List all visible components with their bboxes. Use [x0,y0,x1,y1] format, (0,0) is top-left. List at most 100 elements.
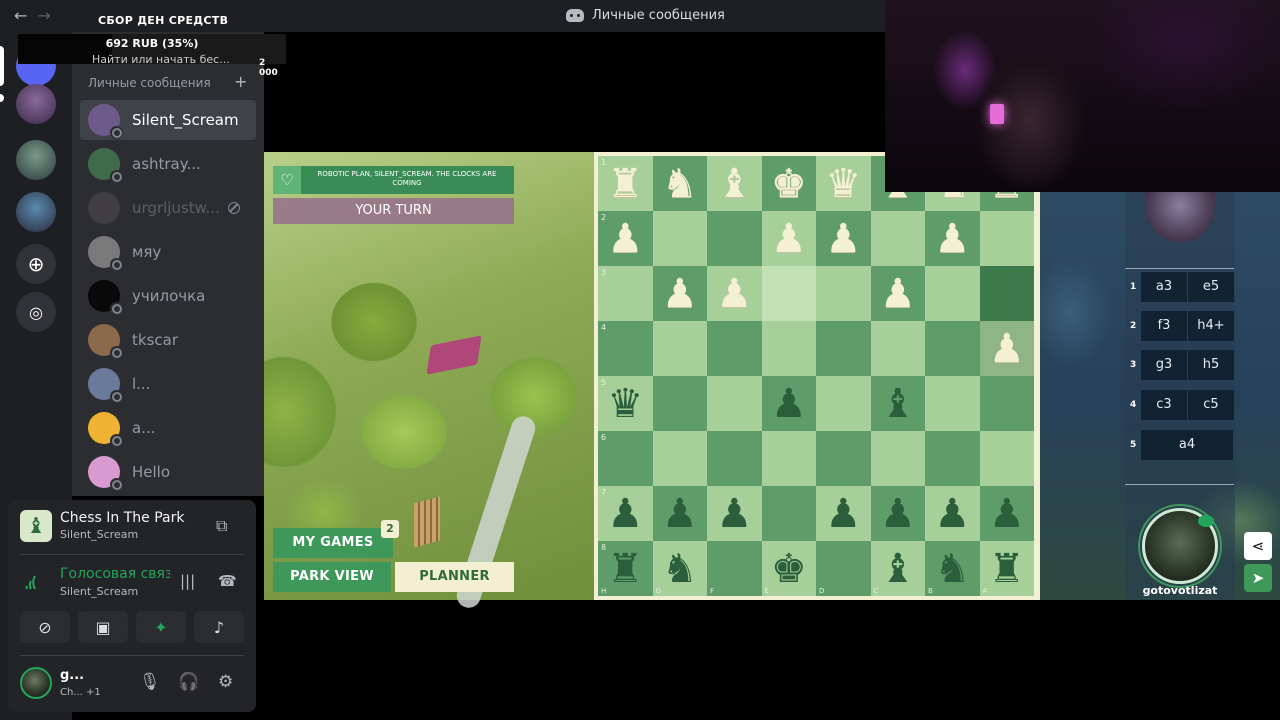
server-icon-1[interactable] [16,84,56,124]
dm-item[interactable]: tkscar [80,320,256,360]
headphones-icon[interactable]: 🎧 [178,672,199,692]
camera-off-button[interactable]: ⊘ [20,611,70,643]
black-pawn-icon[interactable]: ♟ [662,494,698,534]
settings-gear-icon[interactable]: ⚙ [218,672,233,692]
white-move[interactable]: f3 [1141,311,1187,341]
board-square[interactable]: ♚ [761,156,816,211]
screen-share-button[interactable]: ▣ [78,611,128,643]
board-square[interactable]: ♟ [761,376,816,431]
add-server-button[interactable]: ⊕ [16,244,56,284]
white-bishop-icon[interactable]: ♝ [716,164,752,204]
white-pawn-icon[interactable]: ♟ [989,329,1025,369]
send-button[interactable]: ➤ [1244,564,1272,592]
board-square[interactable]: 7 ♟ [598,486,653,541]
board-square[interactable]: G ♞ [652,541,707,596]
board-square[interactable] [761,431,816,486]
board-square[interactable] [652,431,707,486]
black-pawn-icon[interactable]: ♟ [825,494,861,534]
board-square[interactable]: 4 [598,321,653,376]
soundboard-button[interactable]: ♪ [194,611,244,643]
board-square[interactable] [816,266,871,321]
black-move[interactable]: h5 [1188,350,1234,380]
microphone-icon[interactable]: 🎙 [139,672,161,692]
create-dm-button[interactable]: + [234,72,247,91]
black-pawn-icon[interactable]: ♟ [716,494,752,534]
board-square[interactable]: C ♝ [870,541,925,596]
board-square[interactable]: ♝ [707,156,762,211]
black-knight-icon[interactable]: ♞ [662,549,698,589]
board-square[interactable] [707,376,762,431]
dm-item[interactable]: ashtray... [80,144,256,184]
board-square[interactable] [925,376,980,431]
board-square[interactable] [761,486,816,541]
dm-item[interactable]: l... [80,364,256,404]
user-avatar[interactable] [20,667,52,699]
black-pawn-icon[interactable]: ♟ [989,494,1025,534]
board-square[interactable] [816,321,871,376]
board-square[interactable]: ♟ [925,486,980,541]
server-icon-3[interactable] [16,192,56,232]
search-hint[interactable]: Найти или начать бес... [18,53,238,66]
black-rook-icon[interactable]: ♜ [989,549,1025,589]
white-pawn-icon[interactable]: ♟ [607,219,643,259]
board-square[interactable]: 2 ♟ [598,211,653,266]
board-square[interactable]: A ♜ [979,541,1034,596]
board-square[interactable] [652,321,707,376]
white-king-icon[interactable]: ♚ [771,164,807,204]
explore-button[interactable]: ◎ [16,292,56,332]
black-pawn-icon[interactable]: ♟ [771,384,807,424]
board-square[interactable] [870,321,925,376]
soundboard-icon[interactable]: ||| [180,572,195,590]
board-square[interactable]: 3 [598,266,653,321]
board-square[interactable]: D [816,541,871,596]
black-pawn-icon[interactable]: ♟ [880,494,916,534]
server-icon-2[interactable] [16,140,56,180]
board-square[interactable]: 8 H ♜ [598,541,653,596]
black-knight-icon[interactable]: ♞ [934,549,970,589]
board-square[interactable]: E ♚ [761,541,816,596]
board-square[interactable]: ♟ [979,321,1034,376]
black-rook-icon[interactable]: ♜ [607,549,643,589]
black-king-icon[interactable]: ♚ [771,549,807,589]
board-square[interactable] [707,431,762,486]
board-square[interactable] [652,376,707,431]
board-square[interactable] [979,376,1034,431]
white-pawn-icon[interactable]: ♟ [880,274,916,314]
board-square[interactable]: ♟ [707,486,762,541]
board-square[interactable] [761,266,816,321]
board-square[interactable]: B ♞ [925,541,980,596]
board-square[interactable] [652,211,707,266]
popout-icon[interactable]: ⧉ [216,516,227,536]
board-square[interactable] [707,321,762,376]
board-square[interactable] [816,376,871,431]
dm-item[interactable]: мяу [80,232,256,272]
dm-item[interactable]: urgrljustw... [80,188,256,228]
board-square[interactable] [816,431,871,486]
board-square[interactable]: ♟ [816,486,871,541]
board-square[interactable]: ♟ [761,211,816,266]
disconnect-icon[interactable]: ☎ [218,572,237,590]
board-square[interactable]: ♛ [816,156,871,211]
board-square[interactable] [870,211,925,266]
white-pawn-icon[interactable]: ♟ [716,274,752,314]
black-bishop-icon[interactable]: ♝ [880,384,916,424]
black-pawn-icon[interactable]: ♟ [934,494,970,534]
board-square[interactable]: 6 [598,431,653,486]
board-square[interactable] [870,431,925,486]
board-square[interactable]: ♟ [816,211,871,266]
board-square[interactable] [707,211,762,266]
dm-item[interactable]: a... [80,408,256,448]
board-square[interactable]: 5 ♛ [598,376,653,431]
board-square[interactable]: ♟ [870,266,925,321]
board-square[interactable]: ♟ [979,486,1034,541]
white-move[interactable]: a3 [1141,272,1187,302]
white-pawn-icon[interactable]: ♟ [771,219,807,259]
board-square[interactable] [979,431,1034,486]
planner-button[interactable]: PLANNER [395,562,514,592]
dm-item[interactable]: Silent_Scream [80,100,256,140]
board-square[interactable] [979,211,1034,266]
black-move[interactable]: c5 [1188,390,1234,420]
board-square[interactable] [925,266,980,321]
white-move[interactable]: g3 [1141,350,1187,380]
black-queen-icon[interactable]: ♛ [607,384,643,424]
